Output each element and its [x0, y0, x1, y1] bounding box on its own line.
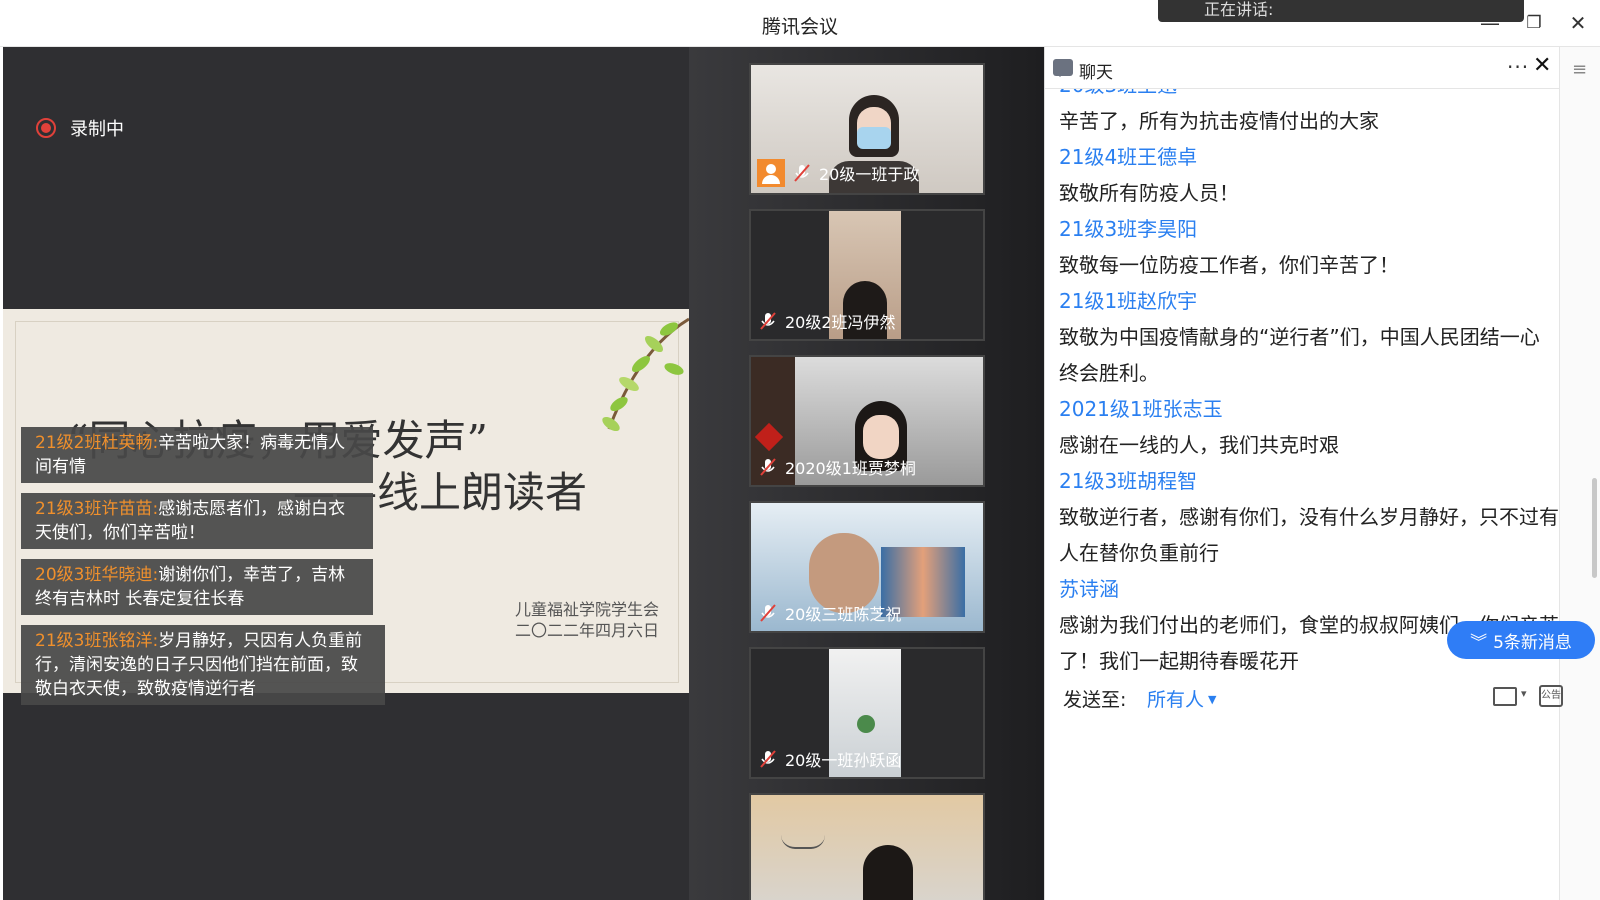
mask	[857, 127, 891, 149]
slide-org: 儿童福祉学院学生会 二〇二二年四月六日	[515, 599, 659, 641]
danmu-sender: 21级3班许苗苗:	[35, 499, 159, 519]
mic-off-icon	[760, 604, 776, 622]
danmu-message: 20级3班华晓迪:谢谢你们，幸苦了，吉林终有吉林时 长春定复往长春	[21, 559, 373, 615]
participant-name: 20级三班陈芝祝	[785, 605, 902, 624]
send-to-label: 发送至:	[1063, 689, 1127, 711]
video-tile[interactable]: 20级一班孙跃函	[749, 647, 985, 779]
chat-title: 聊天	[1079, 63, 1113, 83]
video-tile[interactable]: 20级三班陈芝祝	[749, 501, 985, 633]
mic-off-icon	[760, 312, 776, 330]
participant-label: 20级一班于政	[757, 159, 919, 187]
mic-off-icon	[760, 750, 776, 768]
chevron-down-icon[interactable]: ▾	[1521, 687, 1527, 700]
danmu-sender: 20级3班华晓迪:	[35, 565, 159, 585]
chat-scrollbar[interactable]	[1592, 478, 1597, 578]
send-to-row: 发送至: 所有人 ▼ ▾ 公告	[1063, 675, 1563, 719]
message-text: 致敬为中国疫情献身的“逆行者”们，中国人民团结一心终会胜利。	[1059, 325, 1540, 385]
restore-button[interactable]: ❐	[1516, 8, 1552, 38]
participant-label: 20级2班冯伊然	[757, 309, 896, 333]
message-sender[interactable]: 21级1班赵欣宇	[1059, 283, 1559, 319]
mic-off-icon	[794, 164, 810, 182]
danmu-sender: 21级3班张铭洋:	[35, 631, 159, 651]
plant	[857, 715, 875, 733]
window-title: 腾讯会议	[761, 16, 838, 38]
mic-off-icon	[760, 458, 776, 476]
leaves-decoration	[602, 317, 689, 432]
participant-label: 20级三班陈芝祝	[757, 601, 901, 625]
danmu-message: 21级3班张铭洋:岁月静好，只因有人负重前行，清闲安逸的日子只因他们挡在前面，致…	[21, 625, 385, 705]
caret-down-icon: ▼	[1208, 693, 1217, 706]
recording-label: 录制中	[70, 119, 124, 140]
message-text: 致敬逆行者，感谢有你们，没有什么岁月静好，只不过有人在替你负重前行	[1059, 505, 1559, 565]
announcement-icon[interactable]: 公告	[1539, 685, 1563, 707]
chat-message-list[interactable]: 20级3班王迅 辛苦了，所有为抗击疫情付出的大家 21级4班王德卓 致敬所有防疫…	[1059, 89, 1559, 709]
ceiling-lamp	[781, 835, 825, 849]
message-text: 致敬每一位防疫工作者，你们辛苦了！	[1059, 253, 1399, 277]
participant-figure	[863, 845, 913, 900]
screen-share-area: 录制中 “同心抗疫，用爱发声” ——线上朗读者 儿童福祉学院学生会 二〇二二年四…	[3, 47, 689, 900]
message-text: 致敬所有防疫人员！	[1059, 181, 1239, 205]
message-sender[interactable]: 苏诗涵	[1059, 571, 1559, 607]
send-to-value: 所有人	[1147, 689, 1205, 711]
danmu-sender: 21级2班杜英畅:	[35, 433, 159, 453]
close-window-button[interactable]: ✕	[1560, 8, 1596, 38]
folder-icon[interactable]	[1493, 687, 1517, 706]
participant-face	[863, 415, 899, 459]
new-messages-button[interactable]: ︾ 5条新消息	[1447, 621, 1595, 659]
participant-label: 2020级1班贾梦桐	[757, 455, 916, 479]
message-text: 辛苦了，所有为抗击疫情付出的大家	[1059, 109, 1379, 133]
message-sender[interactable]: 21级4班王德卓	[1059, 139, 1559, 175]
video-tile[interactable]: 20级2班冯伊然	[749, 209, 985, 341]
recording-icon	[36, 118, 56, 138]
more-options-button[interactable]: ···	[1507, 55, 1529, 79]
new-messages-label: 5条新消息	[1493, 632, 1572, 653]
participant-name: 20级一班于政	[819, 165, 920, 184]
danmu-message: 21级2班杜英畅:辛苦啦大家！病毒无情人间有情	[21, 427, 373, 483]
minimize-button[interactable]: —	[1472, 8, 1508, 38]
participant-video-list[interactable]: 20级一班于政 20级2班冯伊然 2020级1班贾梦桐 20级三班陈芝祝 20级…	[689, 47, 1044, 900]
close-chat-button[interactable]: ✕	[1533, 53, 1551, 78]
video-tile[interactable]: 2020级1班贾梦桐	[749, 355, 985, 487]
message-sender[interactable]: 21级3班胡程智	[1059, 463, 1559, 499]
message-sender[interactable]: 2021级1班张志玉	[1059, 391, 1559, 427]
chat-panel: 聊天 ··· ✕ ≡ 20级3班王迅 辛苦了，所有为抗击疫情付出的大家 21级4…	[1044, 47, 1600, 900]
participant-name: 20级2班冯伊然	[785, 313, 896, 332]
message-sender[interactable]: 20级3班王迅	[1059, 89, 1559, 103]
participant-name: 20级一班孙跃函	[785, 751, 902, 770]
send-to-dropdown[interactable]: 所有人 ▼	[1147, 685, 1216, 712]
participant-name: 2020级1班贾梦桐	[785, 459, 916, 478]
slide-org-name: 儿童福祉学院学生会	[514, 600, 659, 619]
double-chevron-down-icon: ︾	[1470, 632, 1488, 653]
chat-icon	[1053, 59, 1073, 77]
menu-icon[interactable]: ≡	[1572, 59, 1587, 80]
video-tile[interactable]: 20级一班于政	[749, 63, 985, 195]
slide-date: 二〇二二年四月六日	[514, 621, 659, 640]
title-bar: 正在讲话: 腾讯会议 — ❐ ✕	[0, 0, 1600, 47]
host-icon	[757, 159, 785, 187]
message-text: 感谢在一线的人，我们共克时艰	[1059, 433, 1339, 457]
participant-label: 20级一班孙跃函	[757, 747, 901, 771]
danmu-message: 21级3班许苗苗:感谢志愿者们，感谢白衣天使们，你们辛苦啦！	[21, 493, 373, 549]
chat-header: 聊天 ··· ✕	[1045, 47, 1559, 89]
side-toolbar: ≡	[1559, 47, 1600, 900]
recording-indicator: 录制中	[36, 115, 124, 141]
message-sender[interactable]: 21级3班李昊阳	[1059, 211, 1559, 247]
video-tile[interactable]	[749, 793, 985, 900]
